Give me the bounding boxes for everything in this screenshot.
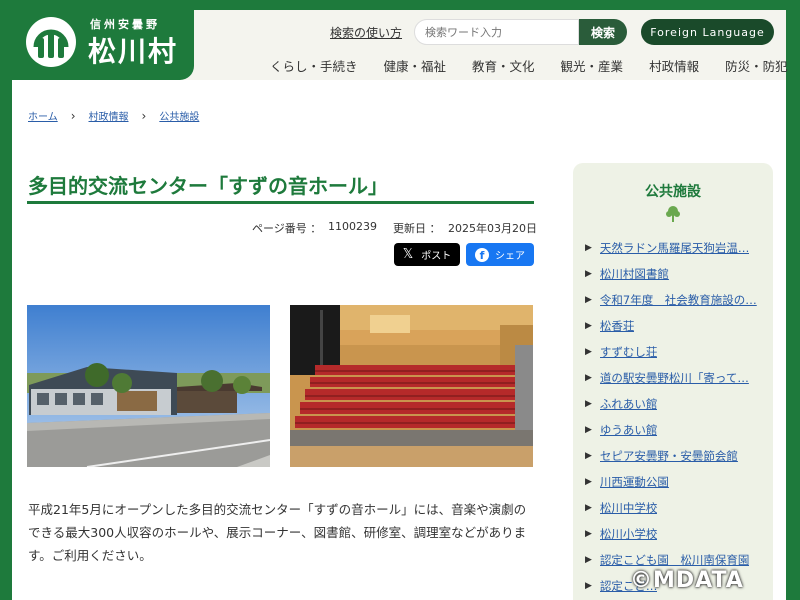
sidebar-item-yuaikan[interactable]: ▶ ゆうあい館: [585, 417, 763, 443]
nav-item-health[interactable]: 健康・福祉: [384, 56, 447, 75]
chevron-right-icon: ▶: [585, 243, 592, 253]
nav-item-education[interactable]: 教育・文化: [472, 56, 535, 75]
updated-date: 2025年03月20日: [448, 222, 537, 235]
chevron-right-icon: ›: [141, 108, 147, 123]
logo-title: 松川村: [88, 35, 179, 68]
chevron-right-icon: ▶: [585, 451, 592, 461]
breadcrumb-home[interactable]: ホーム: [28, 108, 58, 123]
sidebar-item-fureaikan[interactable]: ▶ ふれあい館: [585, 391, 763, 417]
search-button[interactable]: 検索: [579, 19, 627, 45]
tree-icon: [666, 206, 680, 222]
sidebar-item-sepia[interactable]: ▶ セピア安曇野・安曇節会館: [585, 443, 763, 469]
building-exterior-photo: [27, 305, 270, 467]
facebook-logo-icon: f: [475, 247, 489, 262]
hall-seats-photo: [290, 305, 533, 467]
sidebar-list: ▶ 天然ラドン馬羅尾天狗岩温… ▶ 松川村図書館 ▶ 令和7年度 社会教育施設の… ▶…: [585, 235, 763, 599]
chevron-right-icon: ▶: [585, 373, 592, 383]
chevron-right-icon: ▶: [585, 477, 592, 487]
frame-top: [0, 0, 800, 10]
sidebar-item-junior-high[interactable]: ▶ 松川中学校: [585, 495, 763, 521]
chevron-right-icon: ▶: [585, 425, 592, 435]
foreign-language-button[interactable]: Foreign Language: [641, 19, 774, 45]
page-number: 1100239: [328, 220, 377, 233]
logo-mark-icon: [26, 17, 76, 67]
nav-item-administration[interactable]: 村政情報: [649, 56, 699, 75]
chevron-right-icon: ▶: [585, 347, 592, 357]
site-logo[interactable]: 信州安曇野 松川村: [12, 10, 194, 80]
sidebar: 公共施設 ▶ 天然ラドン馬羅尾天狗岩温… ▶ 松川村図書館 ▶ 令和7年度 社会教育施…: [573, 163, 773, 600]
body-text: 平成21年5月にオープンした多目的交流センター「すずの音ホール」には、音楽や演劇…: [28, 502, 527, 563]
x-logo-icon: 𝕏: [402, 247, 414, 262]
sidebar-item-elementary[interactable]: ▶ 松川小学校: [585, 521, 763, 547]
page-title: 多目的交流センター「すずの音ホール」: [28, 174, 388, 198]
post-label: ポスト: [421, 251, 452, 262]
chevron-right-icon: ▶: [585, 399, 592, 409]
updated-label: 更新日 ：: [393, 222, 441, 235]
frame-left: [0, 0, 12, 600]
search-help-link[interactable]: 検索の使い方: [330, 24, 402, 41]
sidebar-item-michinoeki[interactable]: ▶ 道の駅安曇野松川「寄って…: [585, 365, 763, 391]
chevron-right-icon: ▶: [585, 503, 592, 513]
nav-item-tourism[interactable]: 観光・産業: [561, 56, 624, 75]
sidebar-item-suzumushisou[interactable]: ▶ すずむし荘: [585, 339, 763, 365]
sidebar-item-onsen[interactable]: ▶ 天然ラドン馬羅尾天狗岩温…: [585, 235, 763, 261]
sidebar-item-kawanishi-park[interactable]: ▶ 川西運動公園: [585, 469, 763, 495]
frame-right: [786, 0, 800, 600]
breadcrumb-facilities[interactable]: 公共施設: [159, 108, 199, 123]
chevron-right-icon: ▶: [585, 581, 592, 591]
watermark: ©MDATA: [630, 568, 744, 593]
chevron-right-icon: ▶: [585, 529, 592, 539]
sidebar-item-shoukousou[interactable]: ▶ 松香荘: [585, 313, 763, 339]
x-post-button[interactable]: 𝕏 ポスト: [394, 243, 460, 266]
search-input[interactable]: [414, 19, 579, 45]
chevron-right-icon: ▶: [585, 321, 592, 331]
sidebar-item-education-facilities[interactable]: ▶ 令和7年度 社会教育施設の…: [585, 287, 763, 313]
facebook-share-button[interactable]: f シェア: [466, 243, 534, 266]
share-label: シェア: [495, 251, 525, 262]
chevron-right-icon: ›: [70, 108, 76, 123]
chevron-right-icon: ▶: [585, 269, 592, 279]
page-number-label: ページ番号 ：: [252, 222, 322, 235]
nav-item-living[interactable]: くらし・手続き: [270, 56, 358, 75]
title-underline: [27, 201, 534, 204]
breadcrumb-administration[interactable]: 村政情報: [89, 108, 129, 123]
sidebar-title: 公共施設: [645, 184, 701, 200]
breadcrumb: ホーム › 村政情報 › 公共施設: [28, 108, 199, 124]
nav-item-safety[interactable]: 防災・防犯: [725, 56, 788, 75]
chevron-right-icon: ▶: [585, 295, 592, 305]
sidebar-item-library[interactable]: ▶ 松川村図書館: [585, 261, 763, 287]
chevron-right-icon: ▶: [585, 555, 592, 565]
global-nav: くらし・手続き 健康・福祉 教育・文化 観光・産業 村政情報 防災・防犯: [270, 56, 788, 75]
